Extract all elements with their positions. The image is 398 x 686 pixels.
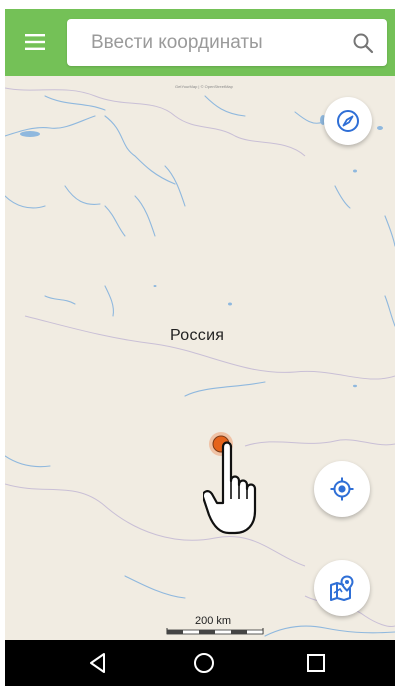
home-circle-icon[interactable] — [189, 648, 219, 678]
country-label: Россия — [170, 327, 225, 344]
recent-square-icon[interactable] — [301, 648, 331, 678]
search-box — [67, 19, 387, 66]
tap-hand-icon — [203, 441, 257, 535]
map-pin-icon — [330, 575, 354, 601]
menu-icon — [25, 34, 45, 50]
search-input[interactable] — [91, 19, 331, 66]
search-icon[interactable] — [351, 31, 375, 55]
scale-bar — [166, 628, 264, 635]
compass-icon — [337, 110, 359, 132]
top-app-bar — [5, 9, 395, 76]
system-nav-bar — [5, 640, 395, 686]
compass-button[interactable] — [324, 97, 372, 145]
app-frame: GetYourMap | © OpenStreetMap Россия — [5, 9, 395, 686]
menu-button[interactable] — [20, 29, 50, 55]
back-triangle-icon[interactable] — [83, 648, 113, 678]
map-layers-button[interactable] — [314, 560, 370, 616]
crosshair-icon — [330, 477, 354, 501]
map-attribution: GetYourMap | © OpenStreetMap — [175, 84, 233, 89]
map-view[interactable]: GetYourMap | © OpenStreetMap Россия 200 … — [5, 76, 395, 640]
my-location-button[interactable] — [314, 461, 370, 517]
map-background — [5, 76, 395, 640]
